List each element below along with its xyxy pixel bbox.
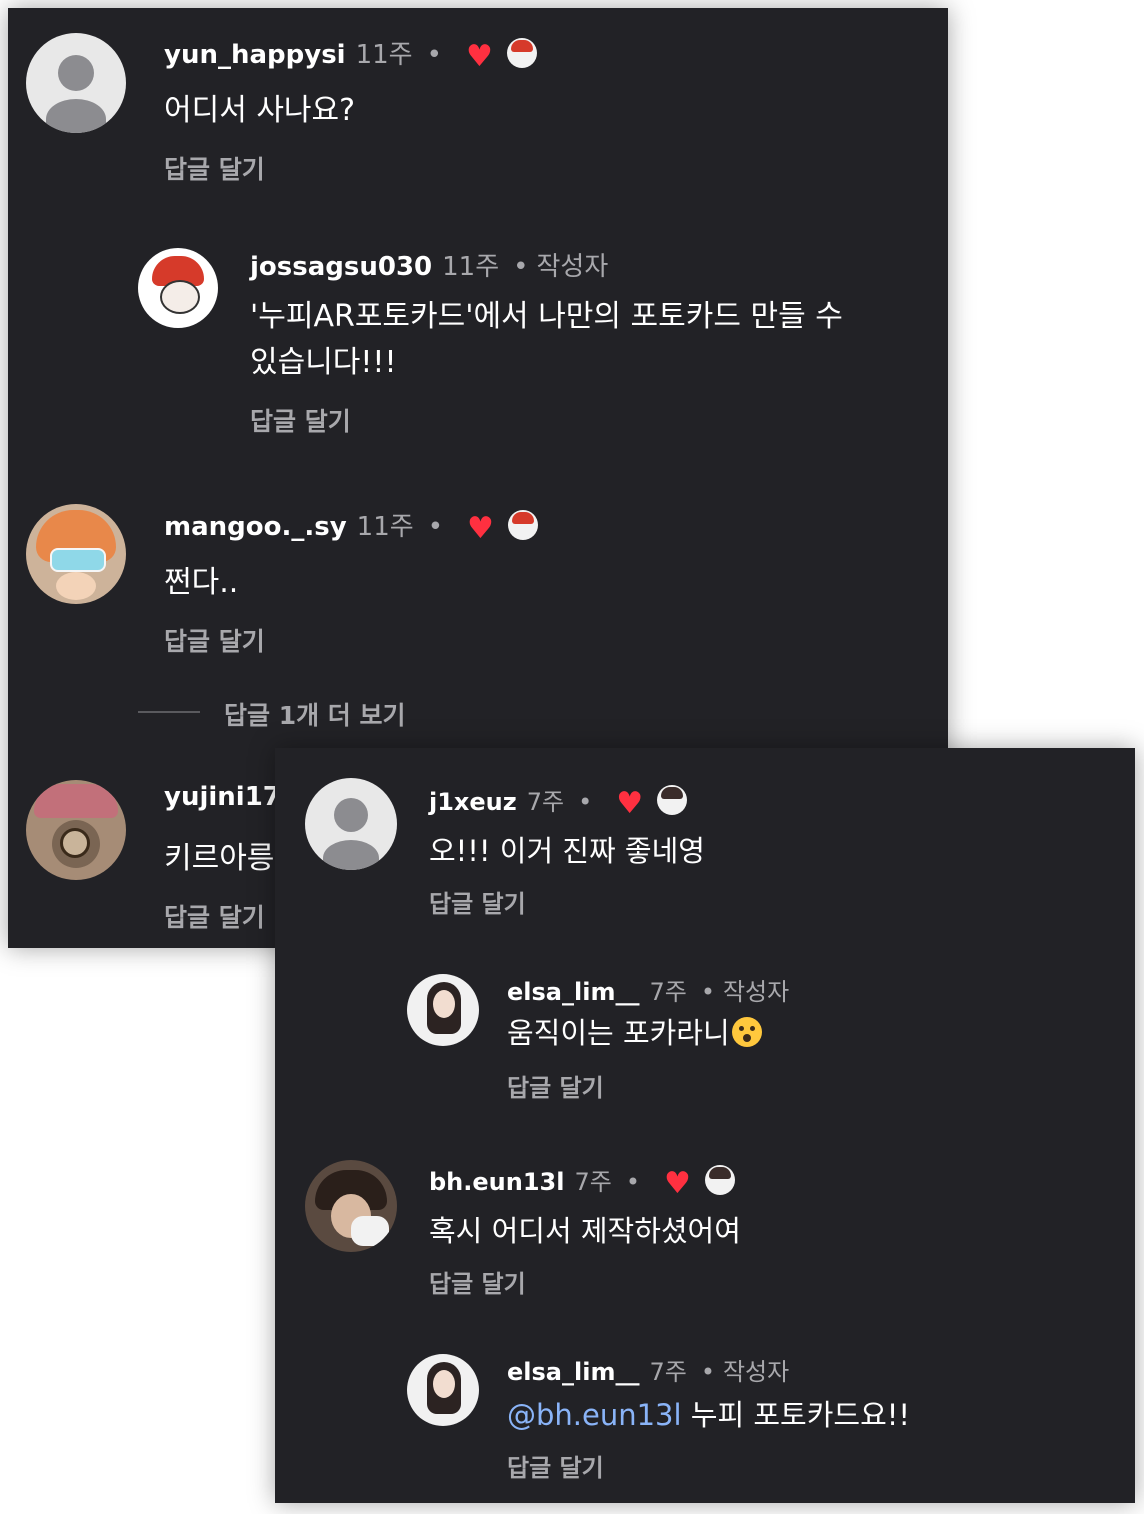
comment-text: 키르아릉	[164, 841, 275, 876]
username[interactable]: elsa_lim__	[507, 1358, 639, 1386]
mention-link[interactable]: @bh.eun13l	[507, 1398, 682, 1432]
reply-button[interactable]: 답글 달기	[429, 1264, 526, 1299]
author-badge: 작성자	[536, 252, 609, 282]
timestamp: 7주	[526, 788, 565, 816]
avatar[interactable]	[26, 33, 126, 133]
comment-header: elsa_lim__ 7주 • 작성자	[507, 972, 789, 1007]
separator-dot: •	[513, 252, 529, 282]
username[interactable]: bh.eun13l	[429, 1168, 564, 1196]
comment-text: 오!!! 이거 진짜 좋네영	[429, 834, 705, 868]
comment-header: yun_happysi 11주 • ♥	[164, 34, 537, 74]
username[interactable]: elsa_lim__	[507, 978, 639, 1006]
separator-dot: •	[426, 40, 442, 70]
creator-heart-icon: ♥	[616, 786, 644, 821]
creator-heart-icon: ♥	[663, 1166, 691, 1201]
username[interactable]: yun_happysi	[164, 40, 346, 70]
comment-text: 움직이는 포카라니	[507, 1010, 762, 1056]
reply-button[interactable]: 답글 달기	[164, 150, 265, 186]
avatar[interactable]	[305, 1160, 397, 1252]
comment-header: jossagsu030 11주 • 작성자	[250, 246, 608, 283]
avatar[interactable]	[26, 504, 126, 604]
timestamp: 11주	[355, 40, 413, 70]
reply-button[interactable]: 답글 달기	[164, 622, 265, 658]
avatar[interactable]	[26, 780, 126, 880]
username[interactable]: j1xeuz	[429, 788, 517, 816]
comment-text: @bh.eun13l 누피 포토카드요!!	[507, 1392, 910, 1438]
username[interactable]: jossagsu030	[250, 252, 432, 282]
comment-text: '누피AR포토카드'에서 나만의 포토카드 만들 수	[250, 299, 843, 334]
timestamp: 7주	[649, 1358, 687, 1386]
creator-heart-icon: ♥	[467, 511, 494, 546]
comment-header: elsa_lim__ 7주 • 작성자	[507, 1352, 789, 1387]
view-more-replies-button[interactable]: 답글 1개 더 보기	[224, 696, 406, 732]
separator-dot: •	[700, 1358, 715, 1386]
comment-text: 혹시 어디서 제작하셨어여	[429, 1214, 741, 1248]
creator-heart-icon: ♥	[465, 39, 493, 74]
timestamp: 11주	[442, 252, 500, 282]
avatar[interactable]	[407, 974, 479, 1046]
timestamp: 7주	[574, 1168, 612, 1196]
comment-text-content: 누피 포토카드요!!	[681, 1398, 911, 1432]
author-badge: 작성자	[722, 978, 790, 1006]
creator-avatar-icon	[506, 38, 537, 68]
reply-button[interactable]: 답글 달기	[429, 884, 526, 919]
creator-avatar-icon	[657, 785, 688, 815]
view-more-divider	[138, 711, 200, 713]
avatar[interactable]	[305, 778, 397, 870]
reply-button[interactable]: 답글 달기	[507, 1068, 604, 1103]
separator-dot: •	[625, 1168, 640, 1196]
username[interactable]: yujini17	[164, 782, 281, 812]
comment-header: mangoo._.sy 11주 • ♥	[164, 506, 538, 546]
reply-button[interactable]: 답글 달기	[507, 1448, 604, 1483]
comment-text-content: 움직이는 포카라니	[507, 1016, 730, 1050]
separator-dot: •	[427, 512, 444, 542]
comment-header: bh.eun13l 7주 • ♥	[429, 1162, 735, 1201]
creator-avatar-icon	[704, 1165, 735, 1195]
author-badge: 작성자	[722, 1358, 790, 1386]
comment-header: j1xeuz 7주 • ♥	[429, 782, 688, 821]
comments-panel-bottom: j1xeuz 7주 • ♥ 오!!! 이거 진짜 좋네영 답글 달기 elsa_lim…	[275, 748, 1135, 1503]
separator-dot: •	[700, 978, 715, 1006]
astonished-face-icon	[731, 1017, 762, 1047]
reply-button[interactable]: 답글 달기	[250, 402, 351, 438]
separator-dot: •	[578, 788, 593, 816]
avatar[interactable]	[407, 1354, 479, 1426]
timestamp: 7주	[649, 978, 687, 1006]
timestamp: 11주	[356, 512, 414, 542]
comment-text: 어디서 사나요?	[164, 93, 356, 128]
comment-text-continued: 있습니다!!!	[250, 345, 397, 380]
username[interactable]: mangoo._.sy	[164, 512, 347, 542]
avatar[interactable]	[138, 248, 218, 328]
comment-text: 쩐다..	[164, 565, 239, 600]
creator-avatar-icon	[507, 510, 538, 540]
reply-button[interactable]: 답글 달기	[164, 898, 265, 934]
